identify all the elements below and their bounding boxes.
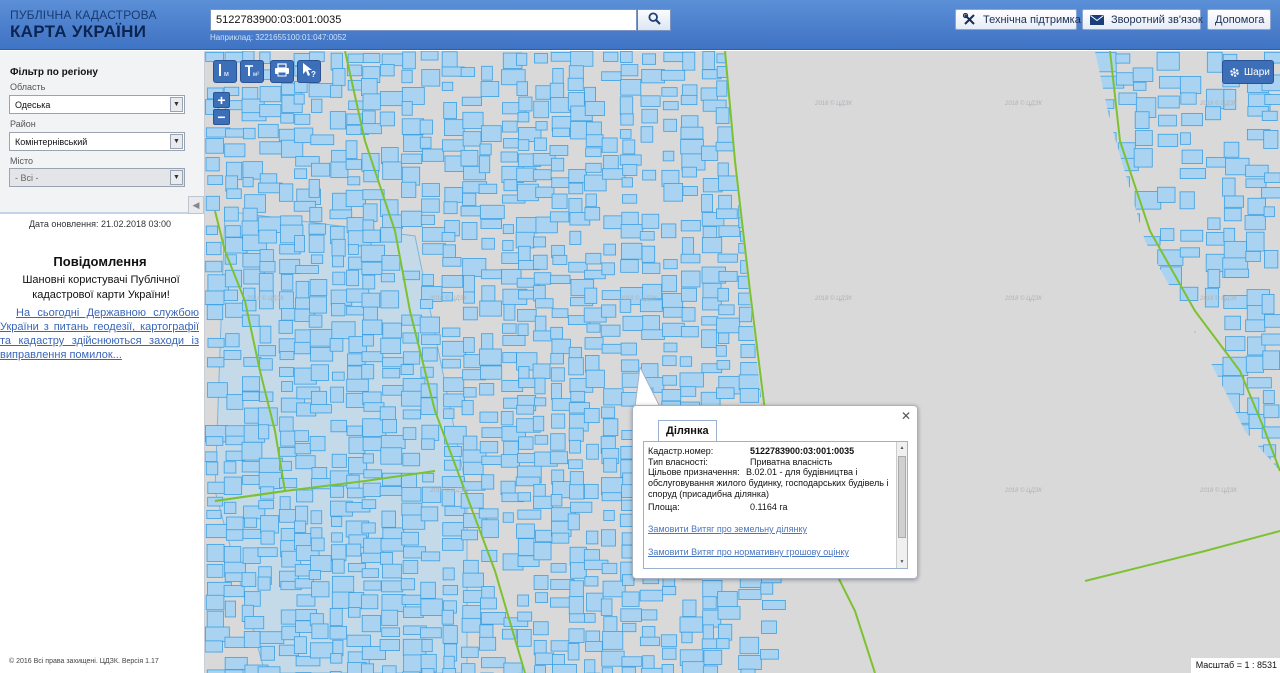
svg-text:?: ? (311, 70, 316, 78)
support-label: Технічна підтримка (983, 13, 1081, 26)
app-logo[interactable]: ПУБЛІЧНА КАДАСТРОВА КАРТА УКРАЇНИ (10, 9, 157, 40)
measure-area-button[interactable]: м² (240, 60, 264, 83)
cadastral-label: Кадастр.номер: (648, 446, 714, 456)
map-watermark: 2018 © ЦДЗК (815, 101, 852, 107)
area-value: 0.1164 га (750, 502, 788, 512)
rayon-label: Район (10, 119, 36, 129)
search-button[interactable] (638, 9, 671, 31)
print-button[interactable] (270, 60, 294, 83)
collapse-sidebar-button[interactable]: ◀ (188, 196, 204, 214)
search-input[interactable] (210, 9, 637, 31)
layers-label: Шари (1244, 66, 1270, 78)
scroll-down-icon[interactable]: ▼ (898, 558, 906, 566)
purpose-label: Цільове призначення: (648, 467, 740, 477)
scroll-thumb[interactable] (898, 456, 906, 538)
ownership-label: Тип власності: (648, 457, 708, 467)
map-watermark: 2018 © ЦДЗК (1005, 101, 1042, 107)
zoom-in-button[interactable]: + (213, 92, 230, 108)
news-title: Повідомлення (53, 254, 147, 269)
logo-line1: ПУБЛІЧНА КАДАСТРОВА (10, 8, 157, 22)
popup-pointer (634, 367, 662, 409)
cadastral-value: 5122783900:03:001:0035 (750, 446, 855, 456)
svg-text:м: м (224, 71, 229, 77)
map-watermark: 2018 © ЦДЗК (430, 296, 467, 302)
map-watermark: 2018 © ЦДЗК (620, 296, 657, 302)
support-button[interactable]: Технічна підтримка (955, 9, 1081, 30)
ownership-value: Приватна власність (750, 457, 833, 467)
scroll-up-icon[interactable]: ▲ (898, 444, 906, 452)
map-watermark: 2018 © ЦДЗК (815, 296, 852, 302)
rayon-value: Комінтернівський (15, 137, 88, 147)
feedback-label: Зворотний зв'язок (1111, 13, 1203, 26)
chevron-down-icon[interactable]: ▼ (170, 134, 183, 149)
logo-line2: КАРТА УКРАЇНИ (10, 22, 147, 41)
update-date: Дата оновлення: 21.02.2018 03:00 (28, 219, 172, 229)
svg-text:м²: м² (253, 72, 259, 77)
feedback-button[interactable]: Зворотний зв'язок (1082, 9, 1203, 30)
oblast-label: Область (10, 82, 46, 92)
zoom-out-button[interactable]: − (213, 109, 230, 125)
rayon-select[interactable]: Комінтернівський ▼ (9, 132, 185, 151)
parcel-info-popup: ✕ Ділянка Кадастр.номер: 5122783900:03:0… (632, 405, 918, 579)
identify-icon: ? (301, 62, 317, 81)
map-canvas[interactable]: 2018 © ЦДЗК 2018 © ЦДЗК 2018 © ЦДЗК 2018… (205, 51, 1280, 673)
chevron-down-icon[interactable]: ▼ (170, 97, 183, 112)
city-label: Місто (10, 156, 34, 166)
print-icon (274, 63, 290, 80)
measure-area-icon: м² (243, 63, 261, 80)
order-valuation-extract-link[interactable]: Замовити Витяг про нормативну грошову оц… (648, 547, 849, 557)
order-parcel-extract-link[interactable]: Замовити Витяг про земельну ділянку (648, 524, 807, 534)
copyright: © 2016 Всі права захищені. ЦДЗК. Версія … (9, 658, 159, 665)
tools-icon (963, 13, 976, 26)
region-filter-panel: Фільтр по регіону Область Одеська ▼ Райо… (0, 51, 204, 214)
map-watermark: 2018 © ЦДЗК (1005, 488, 1042, 494)
city-value: - Всі - (15, 173, 39, 183)
news-text: Шановні користувачі Публічної кадастрово… (22, 274, 180, 301)
search-icon (647, 12, 661, 28)
chevron-down-icon[interactable]: ▼ (170, 170, 183, 185)
measure-length-icon: м (217, 63, 233, 80)
map-watermark: 2018 © ЦДЗК (247, 296, 284, 302)
search-hint: Наприклад: 3221655100:01:047:0052 (210, 33, 347, 42)
map-scale: Масштаб = 1 : 8531 (1190, 658, 1280, 673)
gear-icon (1229, 67, 1240, 78)
oblast-select[interactable]: Одеська ▼ (9, 95, 185, 114)
identify-button[interactable]: ? (297, 60, 321, 83)
help-label: Допомога (1215, 13, 1265, 26)
map-watermark: 2018 © ЦДЗК (430, 488, 467, 494)
popup-scrollbar[interactable]: ▲ ▼ (896, 442, 907, 568)
tab-parcel[interactable]: Ділянка (658, 420, 717, 441)
oblast-value: Одеська (15, 100, 51, 110)
help-button[interactable]: Допомога (1207, 9, 1271, 30)
map-watermark: 2018 © ЦДЗК (1005, 296, 1042, 302)
app-header: ПУБЛІЧНА КАДАСТРОВА КАРТА УКРАЇНИ Наприк… (0, 0, 1280, 50)
city-select[interactable]: - Всі - ▼ (9, 168, 185, 187)
parcel-layer[interactable] (205, 51, 1280, 673)
news-link[interactable]: На сьогодні Державною службою України з … (0, 306, 199, 362)
area-label: Площа: (648, 502, 680, 512)
sidebar: Фільтр по регіону Область Одеська ▼ Райо… (0, 51, 205, 673)
close-icon[interactable]: ✕ (901, 409, 911, 423)
map-watermark: 2018 © ЦДЗК (1200, 101, 1237, 107)
parcel-info-body: Кадастр.номер: 5122783900:03:001:0035 Ти… (643, 441, 908, 569)
layers-button[interactable]: Шари (1222, 60, 1274, 84)
envelope-icon (1090, 14, 1104, 25)
purpose-row: Цільове призначення: В.02.01 - для будівн… (648, 467, 893, 500)
map-watermark: 2018 © ЦДЗК (1200, 488, 1237, 494)
search-bar: Наприклад: 3221655100:01:047:0052 (210, 9, 671, 42)
filter-title: Фільтр по регіону (10, 67, 98, 78)
measure-length-button[interactable]: м (213, 60, 237, 83)
map-watermark: 2018 © ЦДЗК (1200, 296, 1237, 302)
